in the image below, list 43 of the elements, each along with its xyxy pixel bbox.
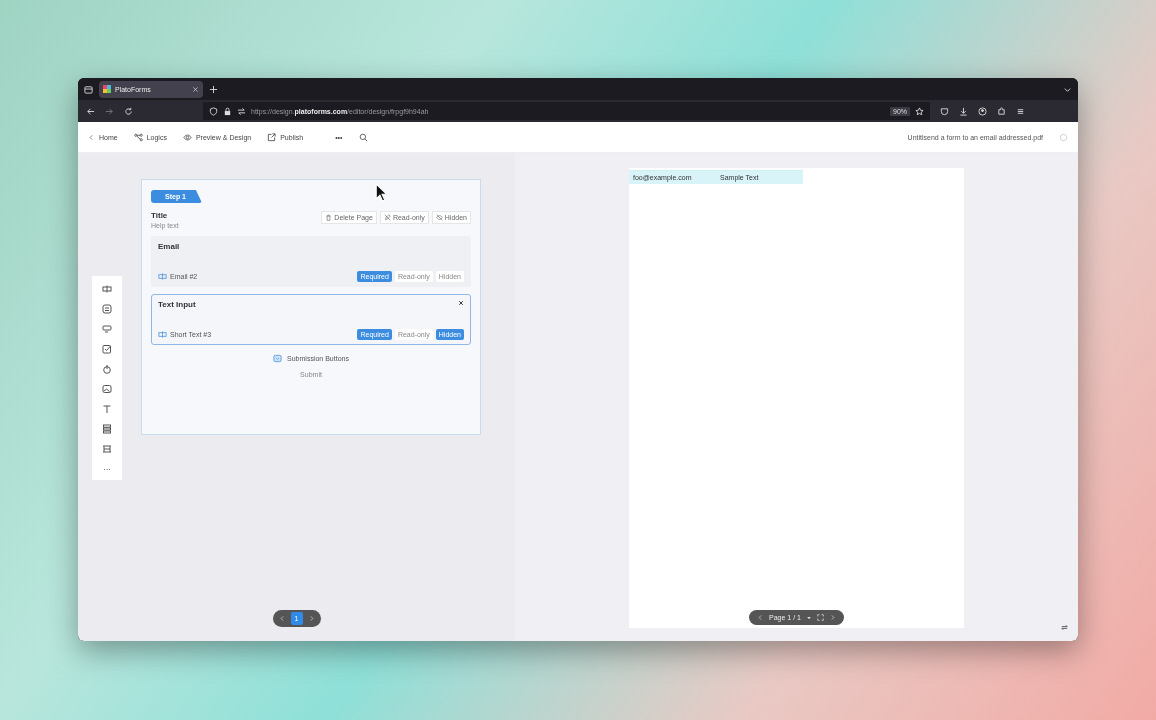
signature-icon[interactable] [102,444,112,454]
image-icon[interactable] [102,384,112,394]
mouse-cursor-icon [375,183,388,202]
close-icon[interactable] [458,300,464,306]
text-field-icon [158,330,167,339]
upload-icon[interactable] [102,364,112,374]
swap-icon[interactable] [1060,623,1069,632]
shield-icon [209,106,218,116]
fullscreen-icon[interactable] [816,614,824,621]
eye-icon [182,132,192,142]
layout-icon[interactable] [102,424,112,434]
caret-down-icon[interactable] [805,614,812,621]
eye-off-icon [435,214,443,221]
chevron-left-icon [88,133,95,141]
pencil-off-icon [383,214,391,221]
search-icon[interactable] [358,132,368,142]
account-icon[interactable] [978,106,987,116]
reload-icon[interactable] [124,106,133,116]
pocket-icon[interactable] [940,106,949,116]
more-button[interactable]: ··· [103,466,111,474]
external-link-icon [267,132,277,142]
forward-icon[interactable] [105,106,114,116]
site-logo-icon [103,85,111,93]
star-icon[interactable] [915,106,924,116]
checkbox-icon[interactable] [102,344,112,354]
download-icon[interactable] [959,106,968,116]
dropdown-icon[interactable] [102,324,112,334]
branch-icon [133,132,143,142]
choice-icon[interactable] [102,304,112,314]
puzzle-icon[interactable] [997,106,1006,116]
page-title[interactable]: Title [151,211,179,220]
lock-icon [223,106,232,116]
swap-icon [237,106,246,116]
field-title: Text Input [158,300,196,309]
trash-icon [325,214,333,221]
text-field-icon[interactable] [102,284,112,294]
menu-icon[interactable] [1016,106,1025,116]
field-title: Email [158,242,180,251]
back-icon[interactable] [86,106,95,116]
text-field-icon [158,272,167,281]
button-icon [273,354,283,363]
new-tab-icon[interactable] [209,84,218,94]
tab-overview-icon[interactable] [84,84,93,94]
